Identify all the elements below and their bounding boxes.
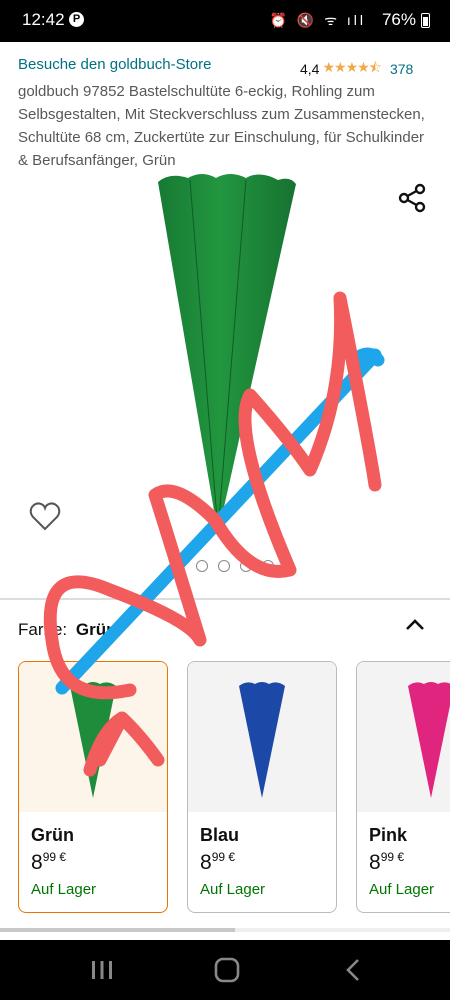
pinterest-icon: P: [69, 12, 84, 27]
heart-icon[interactable]: [28, 500, 62, 534]
selected-color-value: Grün: [75, 620, 117, 639]
home-icon[interactable]: [213, 957, 241, 983]
rating-count[interactable]: 378: [390, 61, 413, 77]
swatch-blau[interactable]: Blau 899 € Auf Lager: [187, 661, 337, 913]
rating[interactable]: 4,4 ★★★★⯪ 378: [300, 57, 413, 81]
share-icon[interactable]: [396, 182, 428, 214]
back-icon[interactable]: [340, 957, 368, 983]
carousel-dot[interactable]: [196, 560, 208, 572]
battery-icon: [421, 13, 430, 28]
carousel-dot[interactable]: [262, 560, 274, 572]
product-image[interactable]: [150, 172, 300, 537]
product-title: goldbuch 97852 Bastelschultüte 6-eckig, …: [18, 83, 425, 169]
carousel-dot[interactable]: [218, 560, 230, 572]
horizontal-scrollbar[interactable]: [0, 928, 235, 932]
chevron-up-icon[interactable]: [402, 612, 428, 638]
swatch-price: 899 €: [369, 850, 405, 874]
swatch-image: [357, 662, 450, 812]
swatch-gruen[interactable]: Grün 899 € Auf Lager: [18, 661, 168, 913]
swatch-name: Grün: [31, 825, 74, 845]
status-bar: 12:42 P ⏰ 🔇 ᯤ ıll 76%: [0, 0, 450, 42]
battery-level: 76%: [381, 10, 416, 29]
swatch-price: 899 €: [31, 850, 67, 874]
horizontal-scroll-track: [235, 928, 450, 932]
store-link[interactable]: Besuche den goldbuch-Store: [18, 56, 211, 73]
color-variation-label: Farbe: Grün: [18, 620, 116, 640]
swatch-pink[interactable]: Pink 899 € Auf Lager: [356, 661, 450, 913]
system-nav-bar: [0, 940, 450, 1000]
recent-apps-icon[interactable]: [88, 957, 116, 983]
system-status-icons: ⏰ 🔇 ᯤ ıll: [269, 12, 366, 28]
rating-value: 4,4: [300, 61, 320, 77]
color-swatch-list: Grün 899 € Auf Lager Blau 899 € Auf Lage…: [18, 661, 450, 914]
swatch-name: Blau: [200, 825, 240, 845]
swatch-stock: Auf Lager: [200, 881, 266, 898]
swatch-name: Pink: [369, 825, 408, 845]
clock: 12:42: [22, 10, 65, 29]
image-carousel-dots: [196, 560, 274, 572]
star-rating-icon: ★★★★⯪: [322, 59, 381, 75]
swatch-image: [188, 662, 336, 812]
section-divider: [0, 598, 450, 600]
swatch-image: [19, 662, 167, 812]
color-label-text: Farbe:: [18, 620, 68, 639]
swatch-stock: Auf Lager: [31, 881, 97, 898]
carousel-dot[interactable]: [240, 560, 252, 572]
swatch-stock: Auf Lager: [369, 881, 435, 898]
swatch-price: 899 €: [200, 850, 236, 874]
